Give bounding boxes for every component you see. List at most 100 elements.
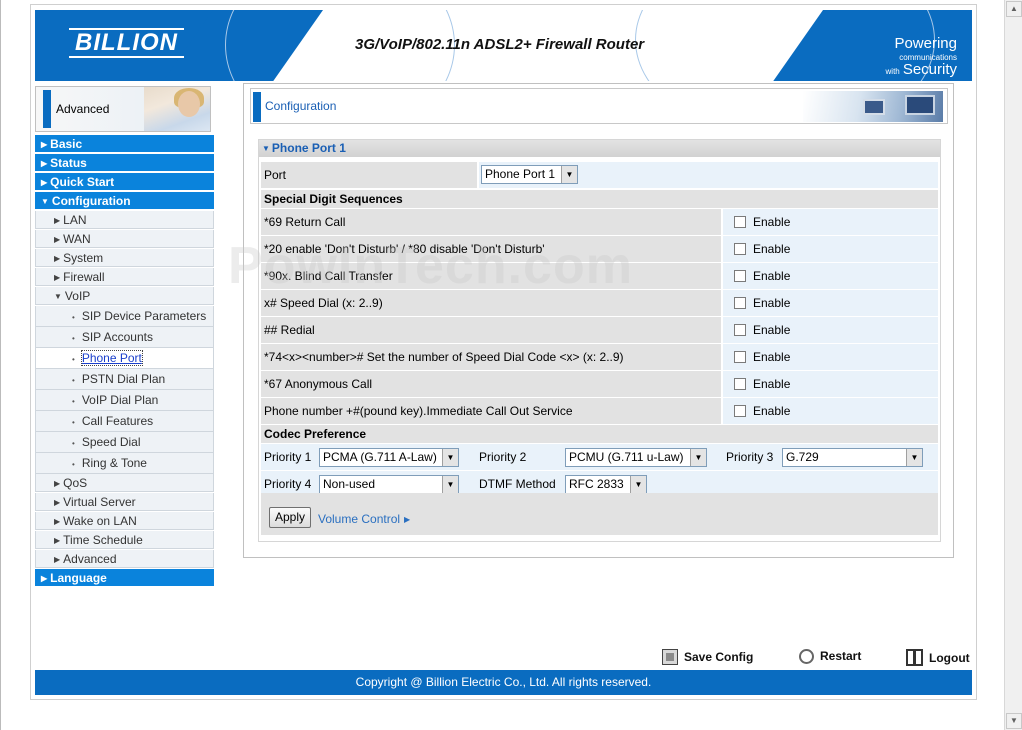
enable-checkbox[interactable] [734, 351, 746, 363]
menu-sip-device-parameters[interactable]: • SIP Device Parameters [35, 306, 214, 327]
scroll-down-icon[interactable]: ▼ [1006, 713, 1022, 729]
caret-right-icon: ▶ [41, 178, 48, 187]
caret-right-icon: ▶ [54, 498, 61, 507]
menu-system[interactable]: ▶ System [35, 249, 214, 267]
sequence-label: *74<x><number># Set the number of Speed … [261, 344, 721, 370]
special-digit-title: Special Digit Sequences [261, 190, 938, 208]
enable-checkbox[interactable] [734, 405, 746, 417]
menu-pstn-dial-plan[interactable]: • PSTN Dial Plan [35, 369, 214, 390]
priority4-select[interactable]: Non-used ▼ [319, 475, 459, 494]
menu-basic[interactable]: ▶ Basic [35, 135, 214, 153]
menu-time-schedule[interactable]: ▶ Time Schedule [35, 531, 214, 549]
phone-port-panel: ▼ Phone Port 1 Port Phone Port 1 ▼ Special… [258, 139, 941, 542]
caret-down-icon: ▼ [41, 197, 49, 206]
caret-right-icon: ▶ [404, 515, 411, 524]
slogan: Powering communications with Security [885, 35, 957, 78]
caret-down-icon: ▼ [262, 144, 270, 153]
restart-button[interactable]: Restart [799, 649, 861, 664]
menu-phone-port[interactable]: • Phone Port [35, 348, 214, 369]
enable-checkbox[interactable] [734, 270, 746, 282]
menu-ring-tone[interactable]: • Ring & Tone [35, 453, 214, 474]
caret-down-icon: ▼ [54, 292, 62, 301]
content-header: Configuration [250, 88, 948, 124]
menu-language[interactable]: ▶ Language [35, 569, 214, 587]
scroll-up-icon[interactable]: ▲ [1006, 1, 1022, 17]
enable-checkbox[interactable] [734, 378, 746, 390]
sequence-label: *69 Return Call [261, 209, 721, 235]
menu-advanced[interactable]: ▶ Advanced [35, 550, 214, 568]
menu-status[interactable]: ▶ Status [35, 154, 214, 172]
bullet-icon: • [72, 334, 75, 343]
menu-speed-dial[interactable]: • Speed Dial [35, 432, 214, 453]
vertical-scrollbar[interactable]: ▲ ▼ [1004, 0, 1022, 730]
dropdown-arrow-icon: ▼ [442, 476, 458, 493]
menu-call-features[interactable]: • Call Features [35, 411, 214, 432]
priority3-select[interactable]: G.729 ▼ [782, 448, 923, 467]
enable-checkbox[interactable] [734, 216, 746, 228]
enable-checkbox[interactable] [734, 243, 746, 255]
bullet-icon: • [72, 439, 75, 448]
restart-icon [799, 649, 814, 664]
bullet-icon: • [72, 313, 75, 322]
logout-door-icon [906, 649, 923, 666]
menu-virtual-server[interactable]: ▶ Virtual Server [35, 493, 214, 511]
sequence-row: *20 enable 'Don't Disturb' / *80 disable… [261, 236, 938, 262]
caret-right-icon: ▶ [41, 159, 48, 168]
content-area: Configuration ▼ Phone Port 1 Port Phone P… [243, 83, 954, 558]
sidebar-header: Advanced [35, 86, 211, 132]
caret-right-icon: ▶ [54, 555, 61, 564]
menu-qos[interactable]: ▶ QoS [35, 474, 214, 492]
menu-firewall[interactable]: ▶ Firewall [35, 268, 214, 286]
sequence-label: *20 enable 'Don't Disturb' / *80 disable… [261, 236, 721, 262]
menu-wake-on-lan[interactable]: ▶ Wake on LAN [35, 512, 214, 530]
sequence-row: Phone number +#(pound key).Immediate Cal… [261, 398, 938, 424]
bullet-icon: • [72, 460, 75, 469]
apply-button[interactable]: Apply [269, 507, 311, 528]
priority3-label: Priority 3 [723, 444, 783, 470]
dropdown-arrow-icon: ▼ [561, 166, 577, 183]
sequence-row: *90x. Blind Call Transfer Enable [261, 263, 938, 289]
port-select[interactable]: Phone Port 1 ▼ [481, 165, 578, 184]
port-row: Port Phone Port 1 ▼ [261, 162, 938, 188]
menu-voip-dial-plan[interactable]: • VoIP Dial Plan [35, 390, 214, 411]
header-banner: BILLION 3G/VoIP/802.11n ADSL2+ Firewall … [35, 10, 972, 81]
bullet-icon: • [72, 418, 75, 427]
enable-checkbox[interactable] [734, 297, 746, 309]
sequence-row: ## Redial Enable [261, 317, 938, 343]
dropdown-arrow-icon: ▼ [690, 449, 706, 466]
page-title: Configuration [265, 99, 337, 113]
sidebar-header-label: Advanced [56, 102, 110, 116]
priority2-select[interactable]: PCMU (G.711 u-Law) ▼ [565, 448, 707, 467]
bullet-icon: • [72, 397, 75, 406]
menu-sip-accounts[interactable]: • SIP Accounts [35, 327, 214, 348]
save-config-button[interactable]: Save Config [662, 649, 753, 665]
caret-right-icon: ▶ [54, 479, 61, 488]
menu-configuration[interactable]: ▼ Configuration [35, 192, 214, 210]
header-photo [803, 91, 943, 122]
menu-voip[interactable]: ▼ VoIP [35, 287, 214, 305]
caret-right-icon: ▶ [54, 254, 61, 263]
caret-right-icon: ▶ [41, 574, 48, 583]
bullet-icon: • [72, 376, 75, 385]
caret-right-icon: ▶ [41, 140, 48, 149]
dtmf-select[interactable]: RFC 2833 ▼ [565, 475, 647, 494]
port-label: Port [261, 162, 477, 188]
sequence-row: *69 Return Call Enable [261, 209, 938, 235]
enable-checkbox[interactable] [734, 324, 746, 336]
floppy-disk-icon [662, 649, 678, 665]
copyright-bar: Copyright @ Billion Electric Co., Ltd. A… [35, 670, 972, 695]
logout-button[interactable]: Logout [906, 649, 970, 666]
sequence-label: *90x. Blind Call Transfer [261, 263, 721, 289]
billion-logo: BILLION [69, 28, 184, 58]
volume-control-link[interactable]: Volume Control ▶ [318, 512, 410, 526]
sidebar-header-photo [144, 87, 210, 131]
dropdown-arrow-icon: ▼ [630, 476, 646, 493]
priority1-select[interactable]: PCMA (G.711 A-Law) ▼ [319, 448, 459, 467]
menu-wan[interactable]: ▶ WAN [35, 230, 214, 248]
sequence-row: x# Speed Dial (x: 2..9) Enable [261, 290, 938, 316]
menu-lan[interactable]: ▶ LAN [35, 211, 214, 229]
priority2-label: Priority 2 [476, 444, 556, 470]
bullet-icon: • [72, 355, 75, 364]
menu-quick-start[interactable]: ▶ Quick Start [35, 173, 214, 191]
window-edge [0, 0, 1, 730]
